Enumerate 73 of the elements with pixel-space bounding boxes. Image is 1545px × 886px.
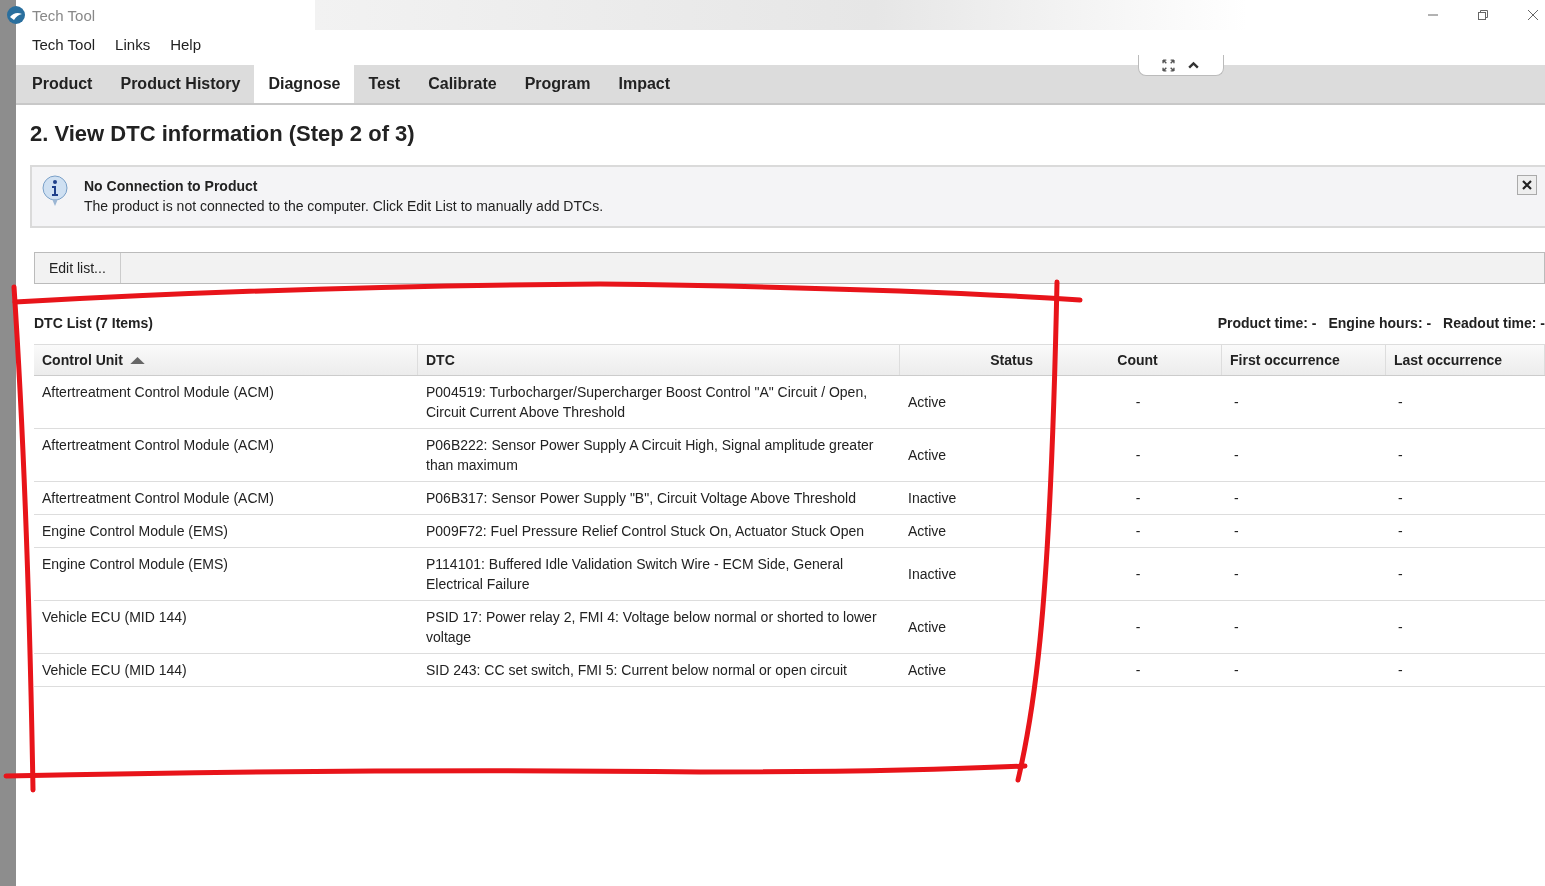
- expand-icon[interactable]: [1162, 58, 1175, 72]
- last-occurrence-cell-text: -: [1397, 446, 1404, 465]
- dtc-cell-text: P06B317: Sensor Power Supply "B", Circuit Voltage Above Threshold: [425, 489, 857, 508]
- control-unit-cell-text: Engine Control Module (EMS): [41, 522, 229, 541]
- dtc-cell-text: P009F72: Fuel Pressure Relief Control Stuck On, Actuator Stuck Open: [425, 522, 866, 541]
- last-occurrence-cell-text: -: [1397, 565, 1404, 584]
- first-occurrence-cell-text: -: [1233, 446, 1240, 465]
- menu-item[interactable]: Tech Tool: [22, 31, 106, 57]
- dtc-cell-text: P114101: Buffered Idle Validation Switch Wire - ECM Side, General Electrical Failure: [425, 555, 845, 594]
- status-cell-text: Inactive: [907, 489, 958, 508]
- status-cell-text: Active: [907, 522, 948, 541]
- status-cell-text: Active: [907, 446, 948, 465]
- last-occurrence-cell-text: -: [1397, 489, 1404, 508]
- window-title: Tech Tool: [32, 6, 96, 24]
- control-unit-cell-text: Engine Control Module (EMS): [41, 555, 229, 574]
- notice-title: No Connection to Product: [84, 177, 259, 196]
- control-unit-cell-text: Vehicle ECU (MID 144): [41, 661, 188, 680]
- first-occurrence-cell-text: -: [1233, 618, 1240, 637]
- list-title: DTC List (7 Items): [34, 315, 153, 331]
- first-occurrence-cell-text: -: [1233, 522, 1240, 541]
- control-unit-cell-text: Aftertreatment Control Module (ACM): [41, 436, 275, 455]
- status-cell-text: Active: [907, 618, 948, 637]
- info-icon: [40, 175, 70, 207]
- status-cell-text: Active: [907, 393, 948, 412]
- control-unit-cell-text: Aftertreatment Control Module (ACM): [41, 383, 275, 402]
- tab[interactable]: Test: [354, 65, 415, 103]
- first-occurrence-cell-text: -: [1233, 393, 1240, 412]
- count-cell-text: -: [1134, 661, 1142, 680]
- count-cell-text: -: [1134, 393, 1142, 412]
- first-occurrence-cell-text: -: [1233, 565, 1240, 584]
- dtc-cell-text: SID 243: CC set switch, FMI 5: Current below normal or open circuit: [425, 661, 848, 680]
- column-header[interactable]: Last occurrence: [1386, 345, 1545, 375]
- control-unit-cell-text: Vehicle ECU (MID 144): [41, 608, 188, 627]
- restore-icon[interactable]: [1477, 9, 1489, 21]
- meta-label: Product time: -: [1217, 315, 1317, 331]
- first-occurrence-cell-text: -: [1233, 489, 1240, 508]
- close-icon[interactable]: [1527, 9, 1539, 21]
- control-unit-cell-text: Aftertreatment Control Module (ACM): [41, 489, 275, 508]
- last-occurrence-cell-text: -: [1397, 661, 1404, 680]
- close-button[interactable]: [1517, 175, 1537, 195]
- app-logo-icon: [6, 5, 26, 25]
- tab[interactable]: Calibrate: [414, 65, 511, 103]
- first-occurrence-cell-text: -: [1233, 661, 1240, 680]
- last-occurrence-cell-text: -: [1397, 618, 1404, 637]
- menu-item[interactable]: Help: [160, 31, 211, 57]
- meta-label: Engine hours: -: [1328, 315, 1432, 331]
- tab[interactable]: Diagnose: [254, 65, 355, 103]
- status-cell-text: Active: [907, 661, 948, 680]
- column-header[interactable]: Control Unit: [34, 345, 418, 375]
- last-occurrence-cell-text: -: [1397, 393, 1404, 412]
- page-heading: 2. View DTC information (Step 2 of 3): [30, 121, 416, 148]
- close-icon: [1522, 180, 1532, 190]
- count-cell-text: -: [1134, 618, 1142, 637]
- dtc-cell-text: P004519: Turbocharger/Supercharger Boost Control "A" Circuit / Open, Circuit Current Above Threshold: [425, 383, 869, 422]
- tab[interactable]: Program: [510, 65, 605, 103]
- count-cell-text: -: [1134, 489, 1142, 508]
- count-cell-text: -: [1134, 522, 1142, 541]
- column-header[interactable]: DTC: [418, 345, 900, 375]
- count-cell-text: -: [1134, 565, 1142, 584]
- tab[interactable]: Impact: [604, 65, 685, 103]
- dtc-cell-text: PSID 17: Power relay 2, FMI 4: Voltage below normal or shorted to lower voltage: [425, 608, 878, 647]
- tab[interactable]: Product History: [106, 65, 255, 103]
- column-header[interactable]: Status: [900, 345, 1054, 375]
- notice-message: The product is not connected to the computer. Click Edit List to manually add DTCs.: [84, 197, 605, 216]
- tab[interactable]: Product: [18, 65, 107, 103]
- meta-label: Readout time: -: [1443, 315, 1545, 331]
- column-header[interactable]: Count: [1054, 345, 1222, 375]
- last-occurrence-cell-text: -: [1397, 522, 1404, 541]
- count-cell-text: -: [1134, 446, 1142, 465]
- column-header[interactable]: First occurrence: [1222, 345, 1386, 375]
- status-cell-text: Inactive: [907, 565, 958, 584]
- menu-item[interactable]: Links: [105, 31, 161, 57]
- dtc-cell-text: P06B222: Sensor Power Supply A Circuit High, Signal amplitude greater than maximum: [425, 436, 875, 475]
